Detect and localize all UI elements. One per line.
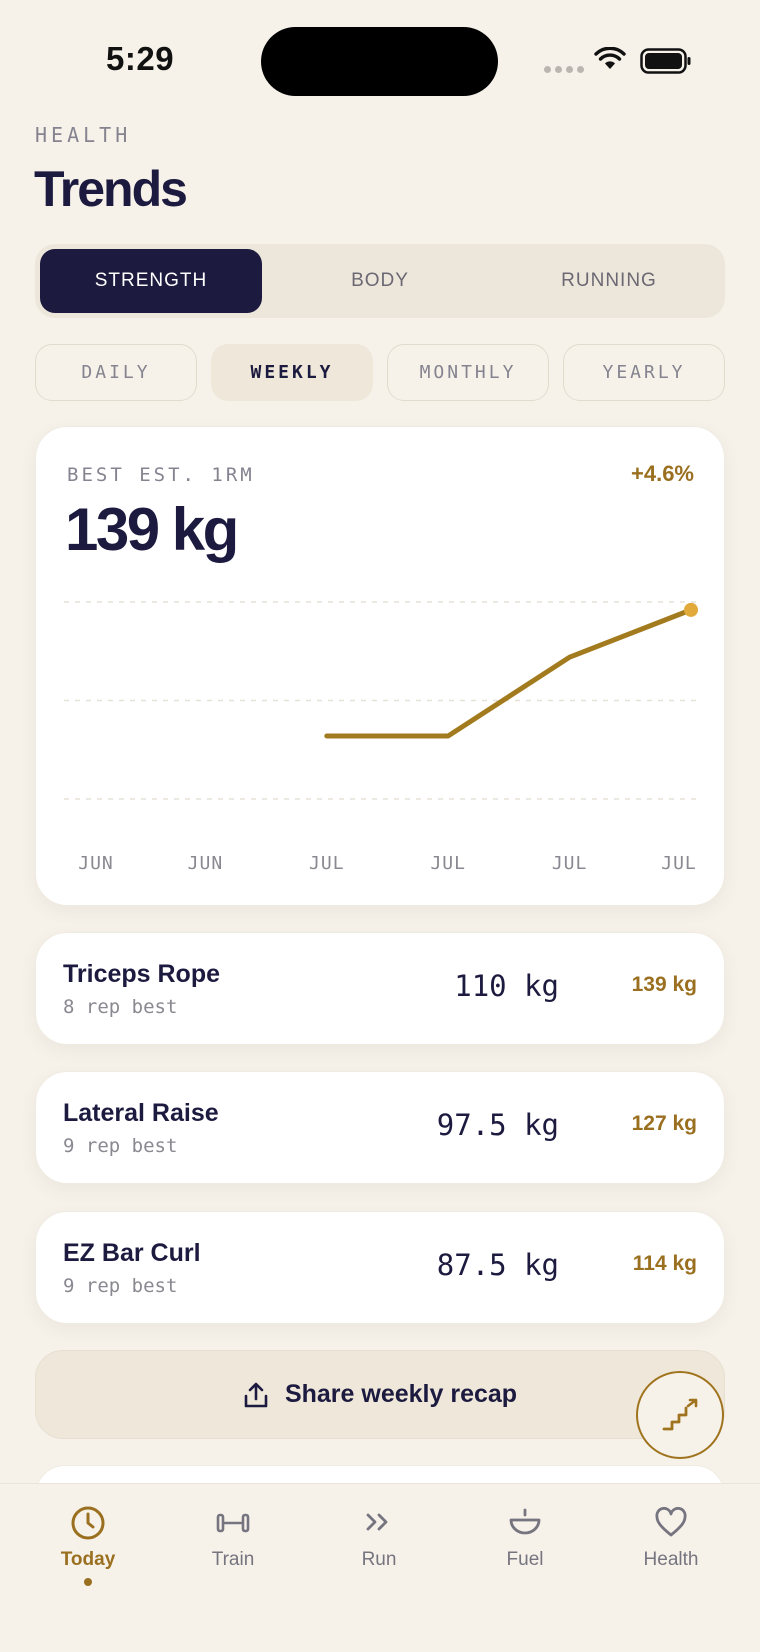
segment-strength[interactable]: STRENGTH xyxy=(40,249,262,313)
exercise-est-1rm: 127 kg xyxy=(631,1112,697,1135)
battery-icon xyxy=(640,48,691,74)
chevrons-right-icon xyxy=(366,1513,388,1531)
x-tick-label: JUN xyxy=(78,853,114,874)
clock-icon xyxy=(71,1506,105,1540)
exercise-row[interactable]: EZ Bar Curl 9 rep best 87.5 kg 114 kg xyxy=(35,1211,725,1324)
exercise-name: EZ Bar Curl xyxy=(63,1239,201,1267)
x-tick-label: JUL xyxy=(552,853,588,874)
tab-fuel[interactable]: Fuel xyxy=(455,1484,595,1604)
exercise-best-weight: 97.5 kg xyxy=(436,1108,559,1142)
tab-label: Today xyxy=(60,1549,116,1570)
page-title: Trends xyxy=(34,161,188,217)
period-monthly[interactable]: MONTHLY xyxy=(387,344,549,401)
status-time: 5:29 xyxy=(106,40,175,77)
x-tick-label: JUL xyxy=(430,853,466,874)
exercise-name: Lateral Raise xyxy=(63,1099,219,1127)
exercise-row[interactable]: Lateral Raise 9 rep best 97.5 kg 127 kg xyxy=(35,1071,725,1184)
x-tick-label: JUL xyxy=(661,853,697,874)
exercise-row[interactable]: Triceps Rope 8 rep best 110 kg 139 kg xyxy=(35,932,725,1045)
segment-running[interactable]: RUNNING xyxy=(498,249,720,313)
segment-body[interactable]: BODY xyxy=(269,249,491,313)
share-recap-button[interactable]: Share weekly recap xyxy=(35,1350,725,1439)
tab-label: Fuel xyxy=(506,1549,544,1570)
exercise-sub: 8 rep best xyxy=(63,996,178,1018)
share-icon xyxy=(244,1382,268,1407)
period-daily[interactable]: DAILY xyxy=(35,344,197,401)
dynamic-island xyxy=(261,27,498,96)
tab-health[interactable]: Health xyxy=(601,1484,741,1604)
x-tick-label: JUN xyxy=(188,853,224,874)
period-weekly[interactable]: WEEKLY xyxy=(211,344,373,401)
tab-label: Run xyxy=(361,1549,397,1570)
exercise-est-1rm: 114 kg xyxy=(632,1252,697,1275)
tab-label: Train xyxy=(211,1549,255,1570)
tab-bar: Today Train Run Fuel Health xyxy=(0,1483,760,1652)
active-tab-dot xyxy=(84,1578,92,1586)
wifi-icon xyxy=(594,47,626,69)
exercise-best-weight: 87.5 kg xyxy=(436,1248,559,1282)
heart-icon xyxy=(655,1506,687,1537)
category-segmented-control: STRENGTH BODY RUNNING xyxy=(35,244,725,318)
exercise-name: Triceps Rope xyxy=(63,960,220,988)
x-tick-label: JUL xyxy=(309,853,345,874)
exercise-sub: 9 rep best xyxy=(63,1275,178,1297)
bowl-icon xyxy=(509,1508,541,1535)
stairs-fab-button[interactable] xyxy=(636,1371,724,1459)
exercise-sub: 9 rep best xyxy=(63,1135,178,1157)
tab-train[interactable]: Train xyxy=(163,1484,303,1604)
latest-point xyxy=(684,602,698,617)
dumbbell-icon xyxy=(216,1513,250,1533)
best-1rm-chart-card: BEST EST. 1RM 139 kg +4.6% JUN JUN JUL JUL J… xyxy=(35,426,725,906)
cellular-signal-icon xyxy=(544,66,584,73)
trend-line-chart: JUN JUN JUL JUL JUL JUL xyxy=(64,601,698,874)
series-line xyxy=(324,607,694,739)
tab-label: Health xyxy=(643,1549,699,1570)
stairs-icon xyxy=(662,1398,698,1431)
section-eyebrow: HEALTH xyxy=(35,123,132,147)
tab-run[interactable]: Run xyxy=(309,1484,449,1604)
share-label: Share weekly recap xyxy=(284,1380,518,1408)
tab-today[interactable]: Today xyxy=(18,1484,158,1604)
exercise-est-1rm: 139 kg xyxy=(631,973,697,996)
exercise-best-weight: 110 kg xyxy=(454,969,559,1003)
period-yearly[interactable]: YEARLY xyxy=(563,344,725,401)
